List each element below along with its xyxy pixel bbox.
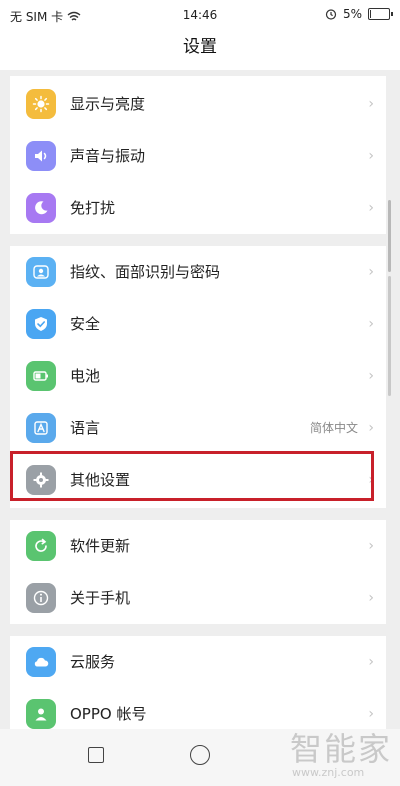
battery-icon (26, 361, 56, 391)
settings-item-label: 指纹、面部识别与密码 (70, 263, 221, 281)
chevron-right-icon: › (368, 590, 374, 606)
language-value: 简体中文 (309, 421, 358, 435)
recent-apps-button[interactable] (88, 747, 104, 763)
watermark: 智能家 www.znj.com (290, 724, 400, 786)
settings-item-security[interactable]: 安全 › (10, 298, 386, 350)
battery-fill (370, 10, 371, 18)
brightness-icon (26, 89, 56, 119)
settings-item-language[interactable]: 语言 简体中文 › (10, 402, 386, 454)
page-title: 设置 (0, 30, 400, 70)
settings-item-label: 安全 (70, 315, 101, 333)
alarm-icon (325, 9, 337, 20)
highlight-annotation-box (10, 451, 374, 501)
settings-item-display-brightness[interactable]: 显示与亮度 › (10, 78, 386, 130)
settings-group-account: 云服务 › OPPO 帐号 › (10, 636, 386, 729)
status-bar: 无 SIM 卡 14:46 5% (0, 0, 400, 30)
settings-item-label: 语言 (70, 419, 101, 437)
scrollbar[interactable] (388, 200, 391, 272)
settings-item-cloud-service[interactable]: 云服务 › (10, 636, 386, 688)
settings-item-label: 关于手机 (70, 589, 131, 607)
settings-item-label: 电池 (70, 367, 101, 385)
moon-icon (26, 193, 56, 223)
chevron-right-icon: › (368, 420, 374, 436)
chevron-right-icon: › (368, 200, 374, 216)
speaker-icon (26, 141, 56, 171)
watermark-brand: 智能家 (290, 730, 393, 768)
battery-status-icon (368, 8, 393, 20)
fingerprint-icon (26, 257, 56, 287)
settings-item-label: 软件更新 (70, 537, 131, 555)
info-icon (26, 583, 56, 613)
scrollbar-thumb[interactable] (388, 276, 391, 396)
update-icon (26, 531, 56, 561)
chevron-right-icon: › (368, 368, 374, 384)
chevron-right-icon: › (368, 538, 374, 554)
settings-item-fingerprint-face-password[interactable]: 指纹、面部识别与密码 › (10, 246, 386, 298)
settings-group-system: 软件更新 › 关于手机 › (10, 520, 386, 624)
settings-item-label: 显示与亮度 (70, 95, 146, 113)
battery-percent: 5% (342, 7, 362, 21)
settings-item-about-phone[interactable]: 关于手机 › (10, 572, 386, 624)
status-right: 5% (325, 7, 393, 21)
settings-item-label: 免打扰 (70, 199, 116, 217)
settings-item-label: 云服务 (70, 653, 116, 671)
chevron-right-icon: › (368, 264, 374, 280)
language-icon (26, 413, 56, 443)
chevron-right-icon: › (368, 96, 374, 112)
settings-item-sound-vibration[interactable]: 声音与振动 › (10, 130, 386, 182)
chevron-right-icon: › (368, 316, 374, 332)
chevron-right-icon: › (368, 148, 374, 164)
cloud-icon (26, 647, 56, 677)
settings-item-software-update[interactable]: 软件更新 › (10, 520, 386, 572)
shield-icon (26, 309, 56, 339)
settings-item-battery[interactable]: 电池 › (10, 350, 386, 402)
settings-group-display: 显示与亮度 › 声音与振动 › 免打扰 › (10, 76, 386, 234)
watermark-url: www.znj.com (292, 766, 365, 779)
settings-item-label: 声音与振动 (70, 147, 146, 165)
person-icon (26, 699, 56, 729)
settings-item-do-not-disturb[interactable]: 免打扰 › (10, 182, 386, 234)
home-button[interactable] (190, 745, 210, 765)
chevron-right-icon: › (368, 654, 374, 670)
